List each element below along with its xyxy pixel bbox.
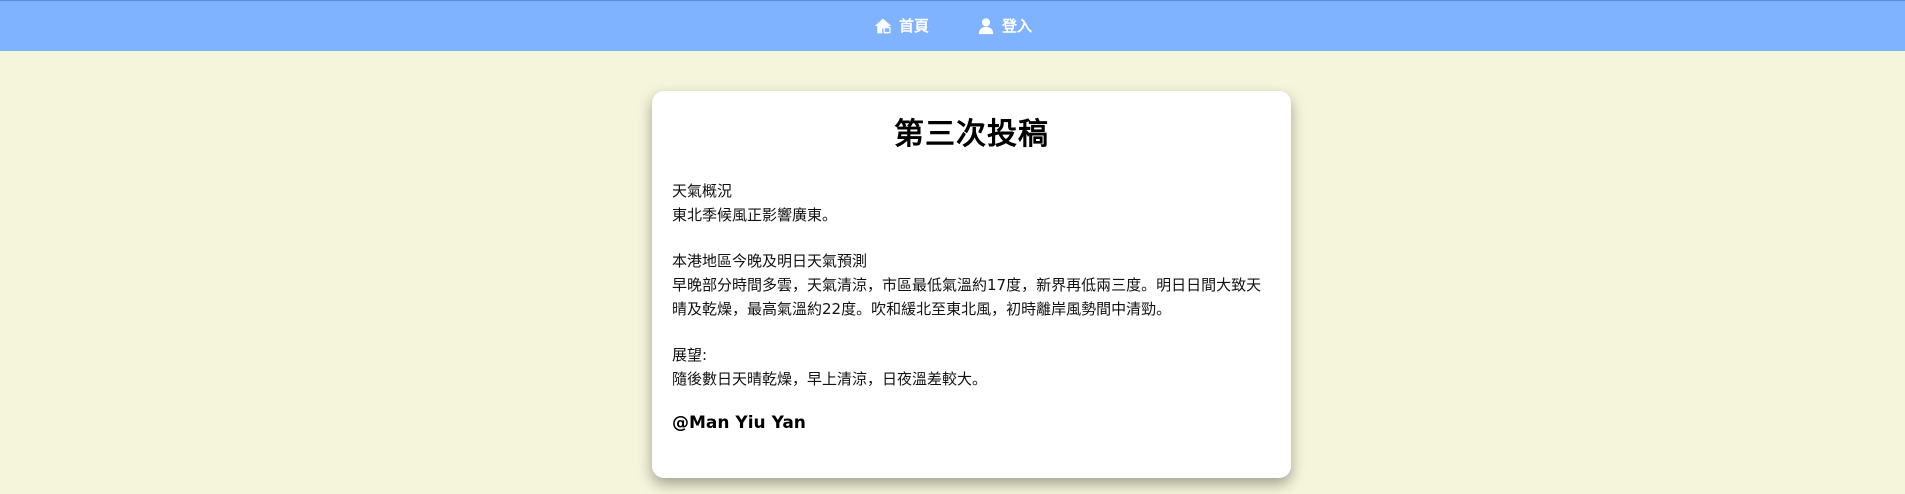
post-title: 第三次投稿	[894, 117, 1049, 152]
section-heading-outlook: 展望:	[672, 346, 708, 364]
post-author: @Man Yiu Yan	[672, 413, 806, 433]
section-heading-forecast: 本港地區今晚及明日天氣預測	[672, 252, 868, 270]
home-icon	[874, 18, 892, 33]
section-text-forecast: 早晚部分時間多雲，天氣清涼，市區最低氣溫約17度，新界再低兩三度。明日日間大致天…	[672, 276, 1262, 318]
section-text-overview: 東北季候風正影響廣東。	[672, 206, 838, 224]
user-icon	[978, 17, 994, 34]
nav-login-link[interactable]: 登入	[976, 15, 1032, 36]
top-navbar: 首頁 登入	[0, 0, 1905, 51]
section-text-outlook: 隨後數日天晴乾燥，早上清涼，日夜溫差較大。	[672, 370, 988, 388]
nav-login-label: 登入	[1002, 17, 1033, 35]
post-body: 天氣概況 東北季候風正影響廣東。 本港地區今晚及明日天氣預測 早晚部分時間多雲，…	[672, 179, 1271, 435]
section-heading-overview: 天氣概況	[672, 182, 733, 200]
nav-home-link[interactable]: 首頁	[873, 15, 929, 36]
post-card: 第三次投稿 天氣概況 東北季候風正影響廣東。 本港地區今晚及明日天氣預測 早晚部…	[652, 91, 1291, 478]
nav-home-label: 首頁	[899, 17, 930, 35]
